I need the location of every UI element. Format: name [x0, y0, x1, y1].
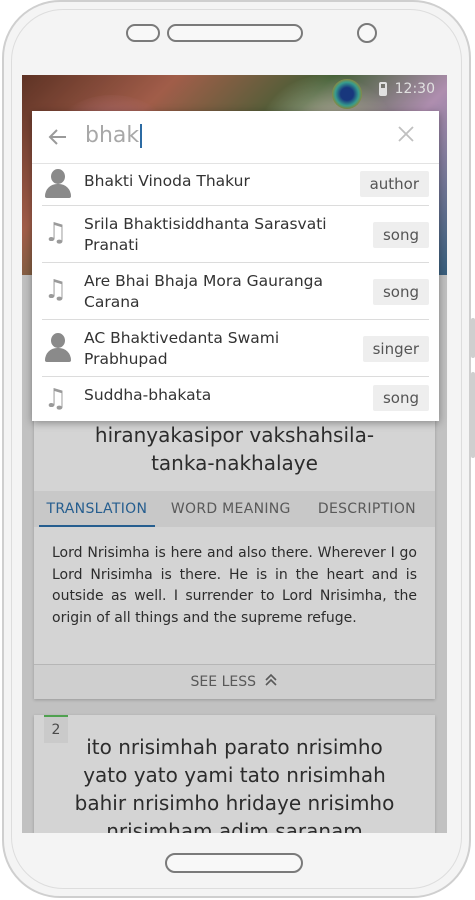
list-item[interactable]: ♫ Suddha-bhakata song — [42, 377, 429, 421]
result-title: Bhakti Vinoda Thakur — [84, 172, 250, 190]
search-input[interactable]: bhak — [85, 123, 143, 148]
power-button — [471, 318, 475, 358]
music-note-icon: ♫ — [44, 384, 68, 414]
list-item[interactable]: Bhakti Vinoda Thakur author — [42, 163, 429, 206]
front-camera — [357, 23, 377, 43]
person-icon — [44, 169, 72, 199]
result-title: AC Bhaktivedanta Swami Prabhupad — [84, 329, 280, 368]
text-cursor — [140, 124, 143, 148]
result-tag: song — [372, 385, 429, 411]
result-title: Are Bhai Bhaja Mora Gauranga Carana — [84, 272, 323, 311]
search-panel: bhak Bhakti Vinoda Thakur author ♫ Srila… — [32, 111, 439, 421]
result-title: Srila Bhaktisiddhanta Sarasvati Pranati — [84, 215, 327, 254]
result-tag: author — [359, 171, 429, 197]
volume-button — [471, 372, 475, 458]
search-results: Bhakti Vinoda Thakur author ♫ Srila Bhak… — [42, 163, 429, 421]
music-note-icon: ♫ — [44, 218, 68, 248]
result-tag: singer — [362, 336, 429, 362]
arrow-left-icon[interactable] — [46, 125, 70, 149]
close-icon[interactable] — [397, 125, 417, 145]
speaker-grille — [167, 24, 303, 42]
sensor-slot — [126, 24, 160, 42]
home-button[interactable] — [165, 853, 303, 873]
result-tag: song — [372, 279, 429, 305]
result-tag: song — [372, 222, 429, 248]
result-title: Suddha-bhakata — [84, 386, 212, 404]
person-icon — [44, 333, 72, 363]
music-note-icon: ♫ — [44, 275, 68, 305]
search-query: bhak — [85, 123, 140, 148]
list-item[interactable]: AC Bhaktivedanta Swami Prabhupad singer — [42, 320, 429, 377]
search-bar: bhak — [32, 111, 439, 164]
list-item[interactable]: ♫ Srila Bhaktisiddhanta Sarasvati Pranat… — [42, 206, 429, 263]
list-item[interactable]: ♫ Are Bhai Bhaja Mora Gauranga Carana so… — [42, 263, 429, 320]
